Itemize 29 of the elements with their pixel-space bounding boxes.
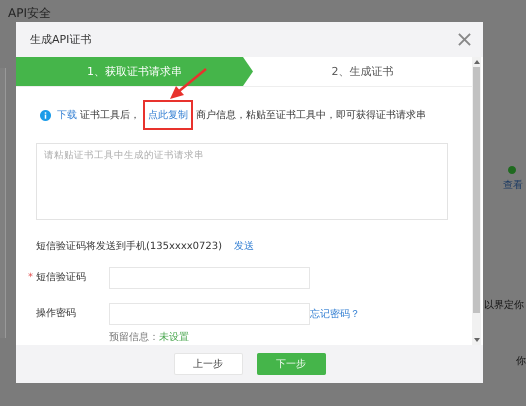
scroll-down-icon[interactable] — [474, 338, 480, 342]
request-field[interactable]: 请粘贴证书工具中生成的证书请求串 — [36, 143, 448, 220]
forgot-password-link[interactable]: 忘记密码？ — [310, 307, 360, 321]
scrollbar[interactable] — [472, 57, 481, 345]
notice-text: 商户信息，粘贴至证书工具中，即可获得证书请求串 — [196, 108, 426, 122]
back-button[interactable]: 上一步 — [174, 353, 242, 375]
hint-label: 预留信息： — [109, 332, 159, 343]
input-field[interactable] — [109, 267, 310, 289]
required-mark: * — [28, 271, 33, 285]
input-field[interactable] — [109, 303, 310, 325]
info-icon — [40, 110, 51, 120]
status-text: 你 — [516, 355, 526, 368]
copy-link[interactable]: 点此复制 — [148, 110, 188, 121]
field-label: 操作密码 — [36, 308, 76, 319]
description-text: 以界定你 — [484, 298, 524, 312]
sms-text: 短信验证码将发送到手机(135xxxx0723) — [36, 240, 222, 253]
dialog-title: 生成API证书 — [30, 32, 92, 47]
send-link[interactable]: 发送 — [234, 239, 254, 253]
page-title: API安全 — [8, 6, 51, 20]
hint-value: 未设置 — [159, 332, 189, 343]
field-label: 短信验证码 — [36, 272, 86, 283]
next-button[interactable]: 下一步 — [256, 353, 326, 375]
view-link[interactable]: 查看 — [503, 178, 523, 192]
download-link[interactable]: 下载 — [57, 108, 77, 122]
notice-text: 证书工具后， — [80, 108, 140, 122]
scroll-up-icon[interactable] — [474, 60, 480, 64]
step-tab[interactable]: 1、获取证书请求串 — [16, 57, 253, 86]
check-icon — [508, 166, 516, 174]
close-icon[interactable] — [458, 33, 471, 46]
